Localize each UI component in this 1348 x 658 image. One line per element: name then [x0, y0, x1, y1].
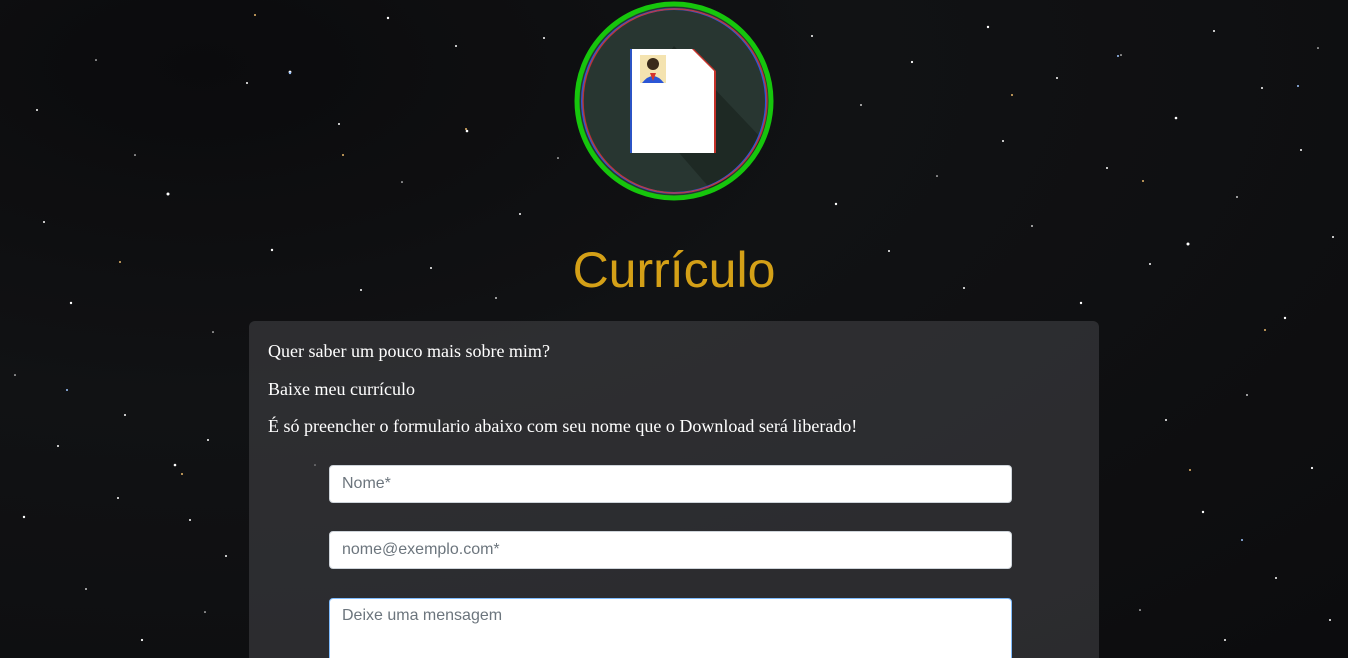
intro-instructions: É só preencher o formulario abaixo com s…	[268, 416, 858, 436]
resume-document-icon	[574, 1, 774, 201]
resume-logo	[574, 1, 774, 201]
page-title: Currículo	[572, 242, 776, 298]
name-input[interactable]	[329, 465, 1012, 503]
email-input[interactable]	[329, 531, 1012, 569]
download-card: Quer saber um pouco mais sobre mim? Baix…	[249, 321, 1099, 658]
intro-question: Quer saber um pouco mais sobre mim?	[268, 341, 550, 361]
message-textarea[interactable]	[329, 598, 1012, 658]
intro-download-text: Baixe meu currículo	[268, 379, 415, 399]
